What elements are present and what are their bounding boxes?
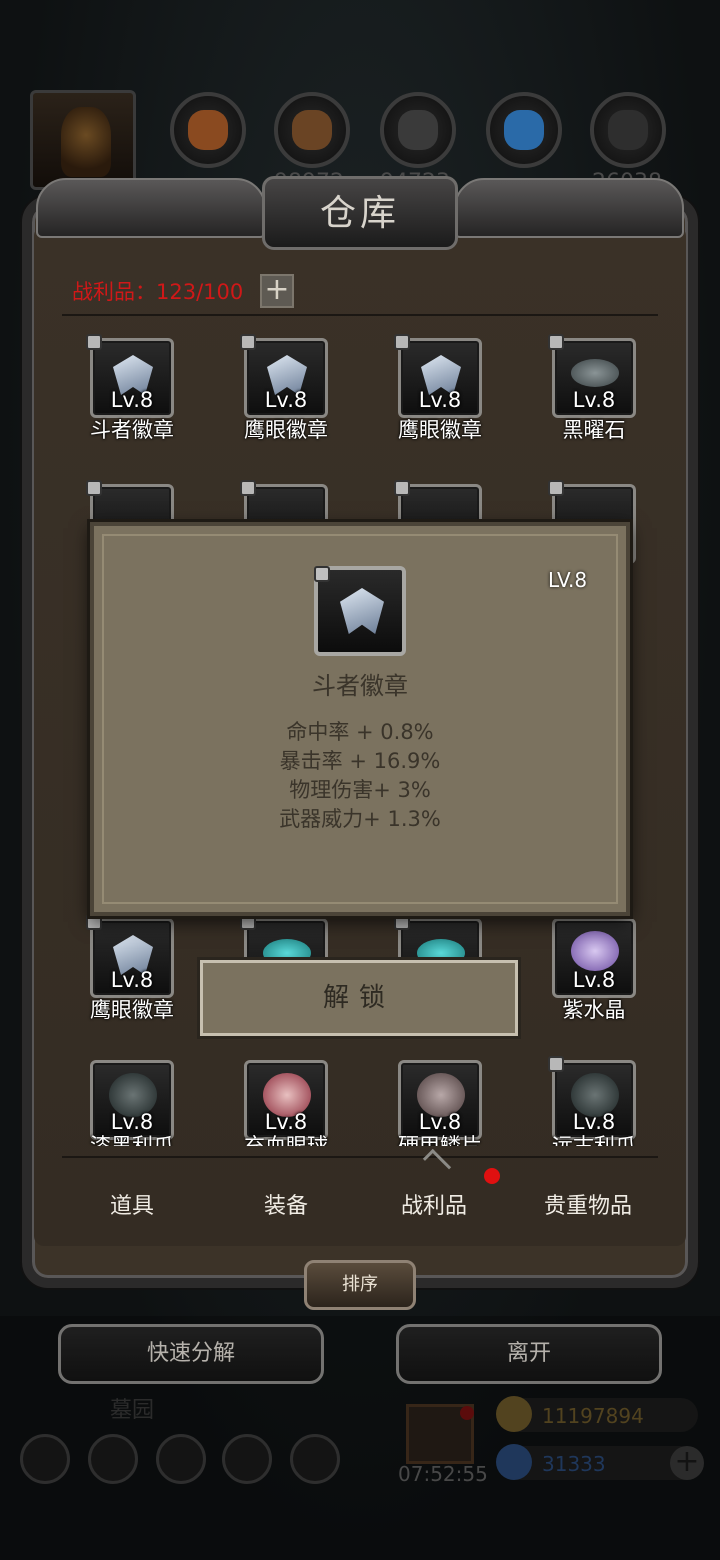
item-level: Lv.8: [572, 968, 616, 992]
loot-capacity: 战利品：123/100: [72, 280, 244, 304]
item-name: 紫水晶: [562, 998, 626, 1022]
lock-icon: [314, 566, 330, 582]
item-name: 硬甲鳞片: [398, 1134, 482, 1146]
item-name: 鹰眼徽章: [90, 998, 174, 1022]
frame-ornament-left: [36, 178, 266, 238]
item-level: Lv.8: [110, 968, 154, 992]
item-level: Lv.8: [264, 388, 308, 412]
item-slot[interactable]: Lv.8 鹰眼徽章: [64, 914, 194, 1028]
item-slot[interactable]: Lv.8 充血眼球: [218, 1060, 348, 1170]
lock-icon: [394, 480, 410, 496]
notification-dot: [484, 1168, 500, 1184]
item-level: Lv.8: [418, 388, 462, 412]
resource-meat-icon[interactable]: [170, 92, 246, 168]
stat-weapon-power: 武器威力+ 1.3%: [279, 807, 441, 831]
tooltip-item-name: 斗者徽章: [312, 672, 408, 700]
lock-icon: [394, 914, 410, 930]
lock-icon: [240, 480, 256, 496]
obsidian-icon: [571, 359, 619, 387]
item-name: 充血眼球: [244, 1134, 328, 1146]
lock-icon: [240, 914, 256, 930]
background-dim: [0, 1316, 720, 1560]
item-slot[interactable]: Lv.8 鹰眼徽章: [218, 334, 348, 448]
sort-button[interactable]: 排序: [304, 1260, 416, 1310]
unlock-button[interactable]: 解锁: [200, 960, 518, 1036]
lock-icon: [86, 914, 102, 930]
item-slot[interactable]: Lv.8 黑曜石: [526, 334, 656, 448]
item-name: 鹰眼徽章: [244, 418, 328, 442]
resource-wood-icon[interactable]: [274, 92, 350, 168]
item-slot[interactable]: Lv.8 鹰眼徽章: [372, 334, 502, 448]
character-portrait[interactable]: [30, 90, 136, 190]
lock-icon: [548, 334, 564, 350]
stat-crit-rate: 暴击率 + 16.9%: [279, 749, 441, 773]
stat-physical-damage: 物理伤害+ 3%: [289, 778, 431, 802]
amethyst-icon: [571, 931, 619, 971]
stat-hit-rate: 命中率 + 0.8%: [286, 720, 434, 744]
tab-equipment[interactable]: 装备: [216, 1188, 356, 1220]
item-slot[interactable]: Lv.8 紫水晶: [526, 918, 656, 1028]
resource-crystal-icon[interactable]: [486, 92, 562, 168]
fighter-badge-icon: [340, 588, 384, 634]
page-title: 仓库: [319, 193, 400, 234]
lock-icon: [394, 334, 410, 350]
item-level: Lv.8: [572, 388, 616, 412]
item-slot[interactable]: Lv.8 斗者徽章: [64, 334, 194, 448]
tab-loot[interactable]: 战利品: [364, 1188, 504, 1220]
item-name: 鹰眼徽章: [398, 418, 482, 442]
resource-stone-icon[interactable]: [590, 92, 666, 168]
tab-valuables[interactable]: 贵重物品: [518, 1188, 658, 1220]
item-name: 漆黑利爪: [90, 1134, 174, 1146]
category-tabs: 道具 装备 战利品 贵重物品: [62, 1168, 658, 1248]
item-slot[interactable]: Lv.8 远古利爪: [526, 1056, 656, 1170]
top-divider: [62, 314, 658, 316]
item-level: Lv.8: [110, 388, 154, 412]
hooded-figure-icon: [61, 107, 111, 177]
lock-icon: [240, 334, 256, 350]
tooltip-level: LV.8: [548, 568, 588, 592]
item-slot[interactable]: Lv.8 漆黑利爪: [64, 1060, 194, 1170]
item-name: 远古利爪: [552, 1134, 636, 1146]
bottom-divider: [62, 1156, 658, 1158]
item-name: 黑曜石: [562, 418, 626, 442]
tooltip-stats: 命中率 + 0.8% 暴击率 + 16.9% 物理伤害+ 3% 武器威力+ 1.…: [90, 718, 630, 834]
tab-items[interactable]: 道具: [62, 1188, 202, 1220]
expand-capacity-button[interactable]: +: [260, 274, 294, 308]
lock-icon: [548, 1056, 564, 1072]
lock-icon: [86, 334, 102, 350]
resource-iron-icon[interactable]: [380, 92, 456, 168]
frame-ornament-right: [454, 178, 684, 238]
lock-icon: [548, 480, 564, 496]
lock-icon: [86, 480, 102, 496]
item-name: 斗者徽章: [90, 418, 174, 442]
